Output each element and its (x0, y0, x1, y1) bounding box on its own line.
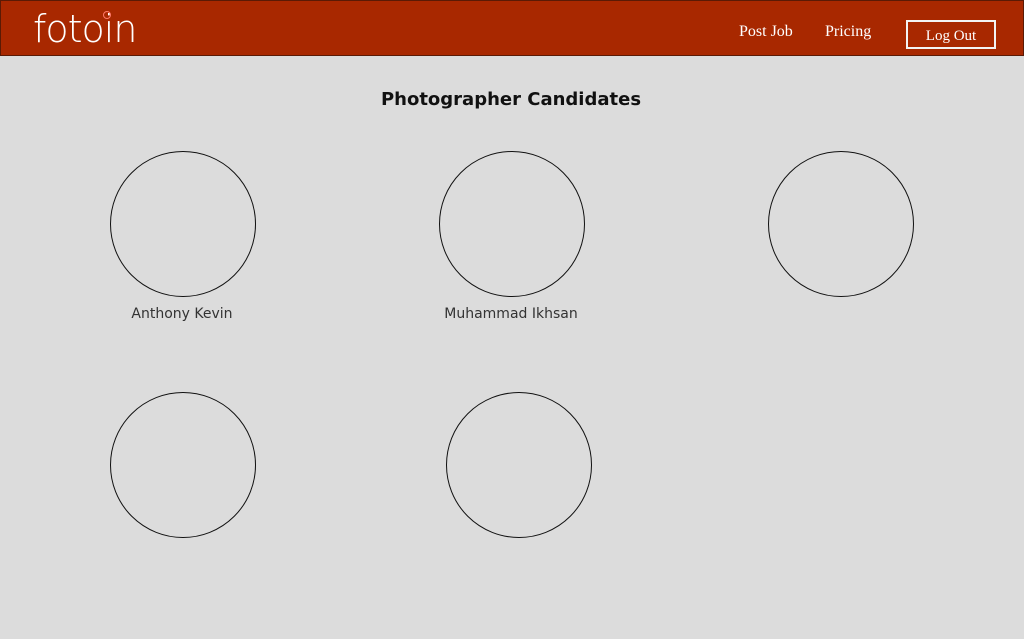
candidate-name[interactable]: Muhammad Ikhsan (421, 305, 601, 323)
candidate-avatar[interactable] (439, 151, 585, 297)
page: fotoin Post Job Pricing Log Out Photogra… (0, 0, 1024, 639)
logo[interactable]: fotoin (33, 7, 137, 51)
candidate-avatar[interactable] (446, 392, 592, 538)
log-out-button[interactable]: Log Out (906, 20, 996, 49)
nav-post-job-link[interactable]: Post Job (739, 22, 793, 42)
candidate-card[interactable]: Anthony Kevin (92, 151, 272, 341)
candidate-name[interactable]: Anthony Kevin (92, 305, 272, 323)
candidate-card[interactable] (750, 151, 930, 341)
candidate-card[interactable] (92, 392, 272, 582)
candidate-avatar[interactable] (110, 392, 256, 538)
candidate-card[interactable]: Muhammad Ikhsan (421, 151, 601, 341)
top-navbar: fotoin Post Job Pricing Log Out (0, 0, 1024, 56)
candidate-avatar[interactable] (768, 151, 914, 297)
logo-accent-icon (103, 11, 111, 19)
page-title: Photographer Candidates (380, 89, 642, 110)
candidate-card[interactable] (428, 392, 608, 582)
nav-pricing-link[interactable]: Pricing (825, 22, 871, 42)
candidate-avatar[interactable] (110, 151, 256, 297)
